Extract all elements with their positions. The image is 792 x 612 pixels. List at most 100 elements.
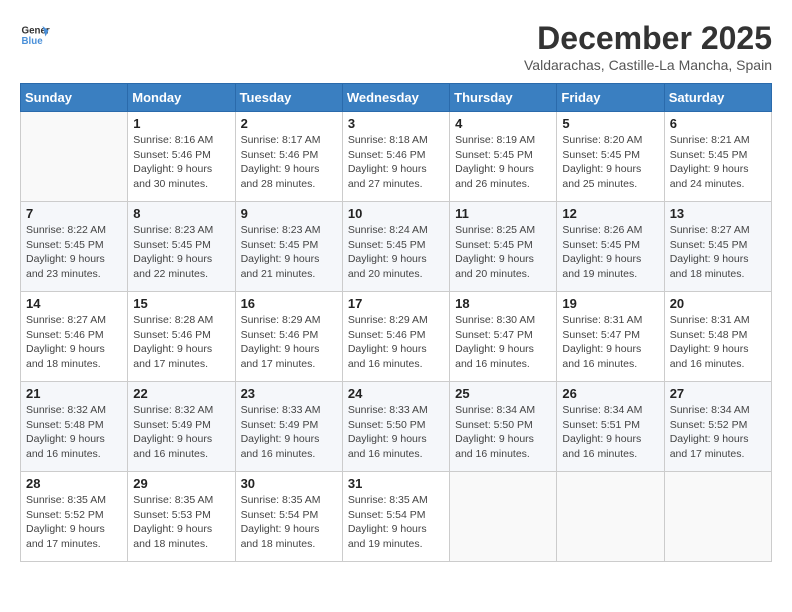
- day-info: Sunrise: 8:22 AM Sunset: 5:45 PM Dayligh…: [26, 223, 122, 282]
- day-info: Sunrise: 8:20 AM Sunset: 5:45 PM Dayligh…: [562, 133, 658, 192]
- day-info: Sunrise: 8:35 AM Sunset: 5:52 PM Dayligh…: [26, 493, 122, 552]
- day-number: 12: [562, 206, 658, 221]
- calendar-cell: 6 Sunrise: 8:21 AM Sunset: 5:45 PM Daylig…: [664, 112, 771, 202]
- day-info: Sunrise: 8:33 AM Sunset: 5:49 PM Dayligh…: [241, 403, 337, 462]
- calendar-cell: 4 Sunrise: 8:19 AM Sunset: 5:45 PM Daylig…: [450, 112, 557, 202]
- subtitle: Valdarachas, Castille-La Mancha, Spain: [524, 57, 772, 73]
- day-number: 22: [133, 386, 229, 401]
- calendar-cell: 28 Sunrise: 8:35 AM Sunset: 5:52 PM Dayli…: [21, 472, 128, 562]
- day-info: Sunrise: 8:32 AM Sunset: 5:49 PM Dayligh…: [133, 403, 229, 462]
- calendar-cell: 8 Sunrise: 8:23 AM Sunset: 5:45 PM Daylig…: [128, 202, 235, 292]
- calendar-cell: 18 Sunrise: 8:30 AM Sunset: 5:47 PM Dayli…: [450, 292, 557, 382]
- header-day: Sunday: [21, 84, 128, 112]
- calendar-cell: 2 Sunrise: 8:17 AM Sunset: 5:46 PM Daylig…: [235, 112, 342, 202]
- day-info: Sunrise: 8:34 AM Sunset: 5:50 PM Dayligh…: [455, 403, 551, 462]
- calendar-cell: 30Sunrise: 8:35 AM Sunset: 5:54 PM Dayli…: [235, 472, 342, 562]
- day-number: 28: [26, 476, 122, 491]
- calendar-cell: 21 Sunrise: 8:32 AM Sunset: 5:48 PM Dayli…: [21, 382, 128, 472]
- day-info: Sunrise: 8:35 AM Sunset: 5:53 PM Dayligh…: [133, 493, 229, 552]
- day-info: Sunrise: 8:23 AM Sunset: 5:45 PM Dayligh…: [241, 223, 337, 282]
- calendar-cell: 20Sunrise: 8:31 AM Sunset: 5:48 PM Dayli…: [664, 292, 771, 382]
- day-info: Sunrise: 8:18 AM Sunset: 5:46 PM Dayligh…: [348, 133, 444, 192]
- title-section: December 2025 Valdarachas, Castille-La M…: [524, 20, 772, 73]
- day-number: 6: [670, 116, 766, 131]
- calendar-cell: 1 Sunrise: 8:16 AM Sunset: 5:46 PM Daylig…: [128, 112, 235, 202]
- day-number: 3: [348, 116, 444, 131]
- day-info: Sunrise: 8:16 AM Sunset: 5:46 PM Dayligh…: [133, 133, 229, 192]
- day-info: Sunrise: 8:24 AM Sunset: 5:45 PM Dayligh…: [348, 223, 444, 282]
- calendar-cell: [21, 112, 128, 202]
- day-number: 18: [455, 296, 551, 311]
- day-number: 29: [133, 476, 229, 491]
- calendar-cell: 19 Sunrise: 8:31 AM Sunset: 5:47 PM Dayli…: [557, 292, 664, 382]
- calendar-week-row: 21 Sunrise: 8:32 AM Sunset: 5:48 PM Dayli…: [21, 382, 772, 472]
- calendar-cell: 22 Sunrise: 8:32 AM Sunset: 5:49 PM Dayli…: [128, 382, 235, 472]
- calendar-cell: 17 Sunrise: 8:29 AM Sunset: 5:46 PM Dayli…: [342, 292, 449, 382]
- day-number: 4: [455, 116, 551, 131]
- logo-icon: General Blue: [20, 20, 50, 50]
- day-number: 21: [26, 386, 122, 401]
- day-info: Sunrise: 8:29 AM Sunset: 5:46 PM Dayligh…: [241, 313, 337, 372]
- header-day: Tuesday: [235, 84, 342, 112]
- calendar-cell: [664, 472, 771, 562]
- header-day: Saturday: [664, 84, 771, 112]
- day-number: 5: [562, 116, 658, 131]
- day-number: 8: [133, 206, 229, 221]
- calendar-cell: 15 Sunrise: 8:28 AM Sunset: 5:46 PM Dayli…: [128, 292, 235, 382]
- day-number: 11: [455, 206, 551, 221]
- header-day: Wednesday: [342, 84, 449, 112]
- day-info: Sunrise: 8:27 AM Sunset: 5:46 PM Dayligh…: [26, 313, 122, 372]
- header-day: Thursday: [450, 84, 557, 112]
- day-info: Sunrise: 8:29 AM Sunset: 5:46 PM Dayligh…: [348, 313, 444, 372]
- calendar-cell: [557, 472, 664, 562]
- day-info: Sunrise: 8:28 AM Sunset: 5:46 PM Dayligh…: [133, 313, 229, 372]
- calendar-cell: 7Sunrise: 8:22 AM Sunset: 5:45 PM Daylig…: [21, 202, 128, 292]
- day-number: 25: [455, 386, 551, 401]
- svg-text:Blue: Blue: [22, 36, 44, 47]
- day-number: 19: [562, 296, 658, 311]
- calendar-week-row: 28 Sunrise: 8:35 AM Sunset: 5:52 PM Dayli…: [21, 472, 772, 562]
- day-info: Sunrise: 8:34 AM Sunset: 5:52 PM Dayligh…: [670, 403, 766, 462]
- day-number: 15: [133, 296, 229, 311]
- main-title: December 2025: [524, 20, 772, 57]
- logo: General Blue: [20, 20, 50, 50]
- calendar-week-row: 14 Sunrise: 8:27 AM Sunset: 5:46 PM Dayli…: [21, 292, 772, 382]
- header-row: SundayMondayTuesdayWednesdayThursdayFrid…: [21, 84, 772, 112]
- calendar-cell: 12 Sunrise: 8:26 AM Sunset: 5:45 PM Dayli…: [557, 202, 664, 292]
- day-info: Sunrise: 8:34 AM Sunset: 5:51 PM Dayligh…: [562, 403, 658, 462]
- day-info: Sunrise: 8:19 AM Sunset: 5:45 PM Dayligh…: [455, 133, 551, 192]
- calendar-cell: 29 Sunrise: 8:35 AM Sunset: 5:53 PM Dayli…: [128, 472, 235, 562]
- header-day: Monday: [128, 84, 235, 112]
- calendar-cell: 13Sunrise: 8:27 AM Sunset: 5:45 PM Dayli…: [664, 202, 771, 292]
- calendar-cell: 23 Sunrise: 8:33 AM Sunset: 5:49 PM Dayli…: [235, 382, 342, 472]
- calendar-cell: 27 Sunrise: 8:34 AM Sunset: 5:52 PM Dayli…: [664, 382, 771, 472]
- day-number: 1: [133, 116, 229, 131]
- day-info: Sunrise: 8:30 AM Sunset: 5:47 PM Dayligh…: [455, 313, 551, 372]
- day-info: Sunrise: 8:26 AM Sunset: 5:45 PM Dayligh…: [562, 223, 658, 282]
- calendar-cell: 26Sunrise: 8:34 AM Sunset: 5:51 PM Dayli…: [557, 382, 664, 472]
- calendar-cell: 9 Sunrise: 8:23 AM Sunset: 5:45 PM Daylig…: [235, 202, 342, 292]
- day-number: 16: [241, 296, 337, 311]
- day-info: Sunrise: 8:32 AM Sunset: 5:48 PM Dayligh…: [26, 403, 122, 462]
- day-info: Sunrise: 8:17 AM Sunset: 5:46 PM Dayligh…: [241, 133, 337, 192]
- day-number: 14: [26, 296, 122, 311]
- day-number: 23: [241, 386, 337, 401]
- calendar-cell: [450, 472, 557, 562]
- day-info: Sunrise: 8:31 AM Sunset: 5:47 PM Dayligh…: [562, 313, 658, 372]
- day-number: 17: [348, 296, 444, 311]
- day-info: Sunrise: 8:23 AM Sunset: 5:45 PM Dayligh…: [133, 223, 229, 282]
- day-number: 24: [348, 386, 444, 401]
- calendar-week-row: 1 Sunrise: 8:16 AM Sunset: 5:46 PM Daylig…: [21, 112, 772, 202]
- calendar-cell: 24Sunrise: 8:33 AM Sunset: 5:50 PM Dayli…: [342, 382, 449, 472]
- header: General Blue December 2025 Valdarachas, …: [20, 20, 772, 73]
- day-info: Sunrise: 8:25 AM Sunset: 5:45 PM Dayligh…: [455, 223, 551, 282]
- calendar-table: SundayMondayTuesdayWednesdayThursdayFrid…: [20, 83, 772, 562]
- day-number: 2: [241, 116, 337, 131]
- day-number: 9: [241, 206, 337, 221]
- day-number: 27: [670, 386, 766, 401]
- day-info: Sunrise: 8:21 AM Sunset: 5:45 PM Dayligh…: [670, 133, 766, 192]
- calendar-cell: 14 Sunrise: 8:27 AM Sunset: 5:46 PM Dayli…: [21, 292, 128, 382]
- calendar-cell: 25 Sunrise: 8:34 AM Sunset: 5:50 PM Dayli…: [450, 382, 557, 472]
- day-number: 30: [241, 476, 337, 491]
- calendar-cell: 31Sunrise: 8:35 AM Sunset: 5:54 PM Dayli…: [342, 472, 449, 562]
